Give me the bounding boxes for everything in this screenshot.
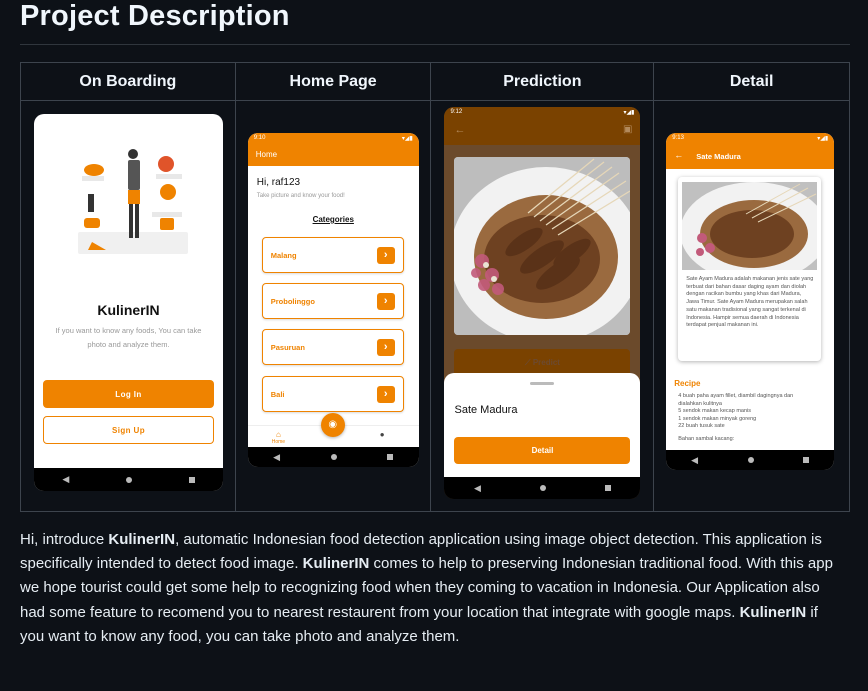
status-bar: 9:13 ▾◢▮ [666, 133, 834, 144]
city-label: Bali [270, 390, 285, 399]
android-nav-bar: ◀ [247, 447, 419, 467]
cell-prediction: 9:12 ▾◢▮ ← ▣ ⟋ Predict Sate Madura Detai… [430, 100, 655, 512]
predicted-food-name: Sate Madura [454, 404, 518, 416]
recipe-line: 4 buah paha ayam fillet, diambil dagingn… [678, 393, 794, 399]
recents-square-icon[interactable] [188, 476, 195, 483]
cell-home-page: 9:10 ▾◢▮ Home Hi, raf123 Take picture an… [234, 100, 432, 512]
android-nav-bar: ◀ [666, 450, 835, 470]
app-name-bold: KulinerIN [302, 555, 370, 573]
recents-square-icon[interactable] [803, 457, 810, 463]
home-circle-icon[interactable] [330, 454, 337, 460]
detail-screenshot: 9:13 ▾◢▮ ← Sate Madura Sate Ayam Madura … [666, 133, 835, 470]
prediction-appbar: 9:12 ▾◢▮ ← ▣ [444, 107, 641, 145]
home-hint: Take picture and know your food! [256, 193, 345, 199]
cell-detail: 9:13 ▾◢▮ ← Sate Madura Sate Ayam Madura … [653, 100, 850, 512]
para-text: Hi, introduce [20, 531, 109, 548]
battery-icon: ▾◢▮ [817, 136, 829, 142]
home-icon: ⌂ [276, 430, 281, 439]
signup-button[interactable]: Sign Up [43, 416, 214, 444]
city-card-pasuruan[interactable]: Pasuruan › [261, 329, 404, 365]
header-home-page: Home Page [234, 62, 432, 101]
onboarding-screenshot: KulinerIN If you want to know any foods,… [34, 114, 223, 491]
back-icon[interactable]: ◀ [62, 474, 69, 485]
city-label: Malang [270, 251, 297, 260]
title-divider [20, 44, 850, 45]
back-arrow-icon[interactable]: ← [454, 124, 465, 136]
city-card-malang[interactable]: Malang › [261, 237, 404, 273]
recipe-line: Bahan sambal kacang: [678, 435, 735, 442]
recents-square-icon[interactable] [604, 485, 611, 491]
recipe-heading: Recipe [674, 379, 701, 388]
sheet-handle[interactable] [530, 382, 555, 385]
home-circle-icon[interactable] [747, 457, 754, 463]
recents-square-icon[interactable] [387, 454, 394, 460]
food-info-card: Sate Ayam Madura adalah makanan jenis sa… [678, 177, 822, 361]
recipe-line: 5 sendok makan kecap manis [678, 408, 751, 414]
status-time: 9:12 [450, 109, 463, 115]
detail-button[interactable]: Detail [454, 437, 631, 464]
battery-icon: ▾◢▮ [401, 136, 413, 142]
result-bottom-sheet: Sate Madura Detail [444, 373, 641, 479]
camera-icon[interactable]: ▣ [623, 124, 632, 135]
recipe-list: 4 buah paha ayam fillet, diambil dagingn… [678, 393, 828, 443]
city-label: Pasuruan [270, 343, 305, 352]
chevron-right-icon[interactable]: › [376, 339, 395, 356]
cell-onboarding: KulinerIN If you want to know any foods,… [20, 100, 236, 512]
predict-icon: ⟋ [525, 358, 533, 367]
chevron-right-icon[interactable]: › [376, 247, 395, 264]
project-description-paragraph: Hi, introduce KulinerIN, automatic Indon… [20, 528, 845, 649]
onboarding-subtitle: If you want to know any foods, You can t… [55, 326, 202, 349]
back-icon[interactable]: ◀ [474, 483, 481, 494]
status-bar: 9:10 ▾◢▮ [248, 133, 419, 144]
recipe-line: 1 sendok makan minyak goreng [678, 415, 757, 422]
camera-fab-icon[interactable]: ◉ [320, 413, 345, 437]
sate-photo-illustration [454, 157, 631, 335]
prediction-screenshot: 9:12 ▾◢▮ ← ▣ ⟋ Predict Sate Madura Detai… [444, 107, 641, 499]
status-bar: 9:12 ▾◢▮ [444, 107, 640, 118]
back-icon[interactable]: ◀ [691, 455, 698, 466]
screenshots-table: On Boarding Home Page Prediction Detail [20, 62, 850, 512]
back-icon[interactable]: ◀ [273, 452, 280, 463]
food-photo [454, 157, 631, 335]
recipe-line: dialahkan kulitnya [678, 400, 722, 407]
page-title: Project Description [20, 0, 290, 32]
battery-icon: ▾◢▮ [623, 110, 635, 116]
header-detail: Detail [653, 62, 850, 101]
status-time: 9:10 [253, 135, 266, 141]
home-circle-icon[interactable] [125, 476, 132, 483]
chevron-right-icon[interactable]: › [376, 293, 395, 310]
nav-home-label: Home [271, 439, 286, 445]
predict-label: Predict [532, 358, 560, 367]
chevron-right-icon[interactable]: › [376, 386, 395, 403]
food-description: Sate Ayam Madura adalah makanan jenis sa… [686, 276, 814, 329]
app-name-bold: KulinerIN [739, 603, 807, 621]
home-appbar-title: Home [255, 150, 278, 159]
food-image [682, 182, 818, 270]
greeting: Hi, raf123 [256, 177, 301, 188]
back-arrow-icon[interactable]: ← [674, 150, 683, 160]
home-circle-icon[interactable] [539, 485, 546, 491]
city-card-bali[interactable]: Bali › [261, 376, 404, 412]
home-screenshot: 9:10 ▾◢▮ Home Hi, raf123 Take picture an… [247, 133, 419, 467]
onboarding-illustration [78, 149, 188, 254]
categories-heading: Categories [312, 215, 354, 224]
detail-appbar-title: Sate Madura [696, 152, 741, 161]
onboarding-app-title: KulinerIN [97, 302, 160, 318]
recipe-line: 22 buah tusuk sate [678, 423, 725, 429]
city-card-probolinggo[interactable]: Probolinggo › [261, 283, 404, 319]
app-name-bold: KulinerIN [108, 531, 176, 548]
sate-image-illustration [682, 182, 818, 270]
city-label: Probolinggo [270, 297, 315, 306]
header-prediction: Prediction [430, 62, 655, 101]
header-onboarding: On Boarding [20, 62, 236, 101]
android-nav-bar: ◀ [34, 468, 223, 491]
android-nav-bar: ◀ [444, 477, 641, 499]
status-time: 9:13 [672, 135, 684, 141]
login-button[interactable]: Log In [43, 380, 214, 408]
detail-appbar: 9:13 ▾◢▮ ← Sate Madura [666, 133, 835, 169]
